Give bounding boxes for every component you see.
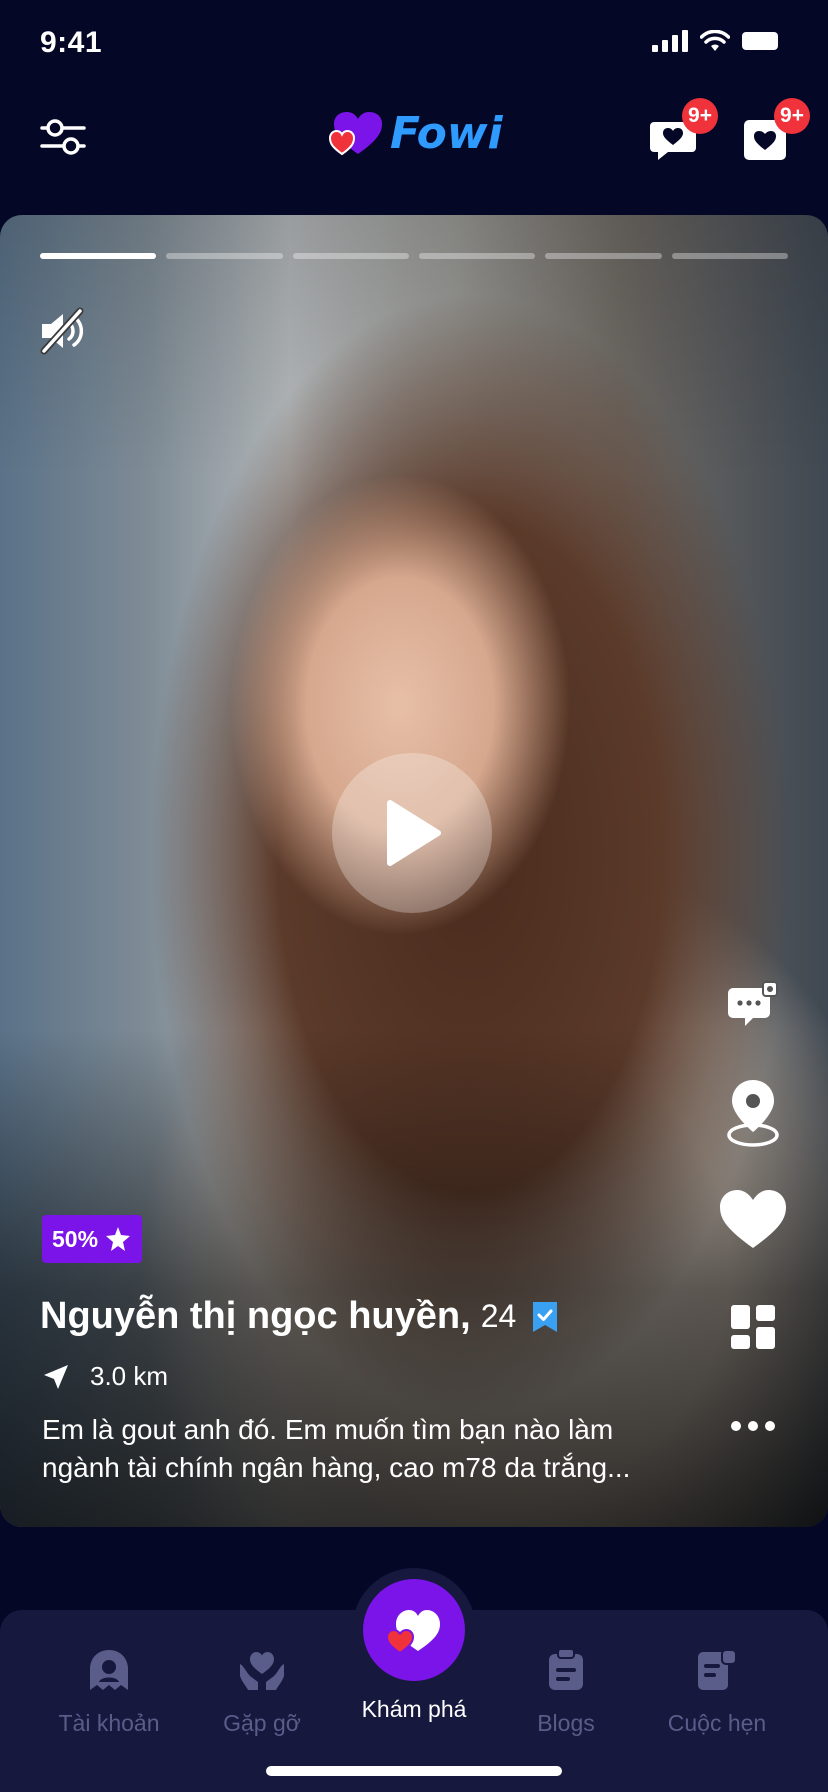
map-pin-icon: [727, 1080, 779, 1147]
clipboard-icon: [549, 1648, 583, 1690]
bio-line: Em là gout anh đó. Em muốn tìm bạn nào l…: [42, 1414, 614, 1445]
gallery-button[interactable]: [718, 1305, 788, 1349]
status-time: 9:41: [40, 26, 103, 59]
filter-button[interactable]: [40, 114, 86, 160]
distance-row: 3.0 km: [42, 1361, 168, 1392]
progress-segment: [545, 253, 662, 259]
bio-line: ngành tài chính ngân hàng, cao m78 da tr…: [42, 1452, 631, 1483]
progress-segment: [166, 253, 283, 259]
profile-bio: Em là gout anh đó. Em muốn tìm bạn nào l…: [42, 1411, 702, 1487]
navigation-arrow-icon: [44, 1364, 68, 1389]
app-logo: Fowi: [328, 108, 503, 159]
nav-label: Blogs: [537, 1710, 595, 1736]
nav-label-explore: Khám phá: [361, 1696, 467, 1722]
message-button[interactable]: [718, 980, 788, 1032]
nav-item-blogs[interactable]: Blogs: [491, 1640, 641, 1737]
profile-age: 24: [480, 1298, 517, 1334]
signal-icon: [652, 30, 688, 52]
speaker-muted-icon: [40, 307, 84, 355]
progress-segment: [292, 253, 409, 259]
status-bar: 9:41: [0, 0, 828, 88]
battery-icon: [742, 32, 778, 50]
nav-label: Tài khoản: [58, 1710, 160, 1736]
sparkle-star-icon: [106, 1227, 131, 1251]
profile-name: Nguyễn thị ngọc huyền,: [40, 1295, 471, 1337]
likes-badge: 9+: [774, 98, 810, 134]
progress-segment: [40, 253, 157, 259]
verified-icon: [533, 1301, 558, 1332]
distance-text: 3.0 km: [90, 1361, 169, 1391]
discount-text: 50%: [52, 1225, 99, 1252]
location-button[interactable]: [718, 1078, 788, 1148]
play-button[interactable]: [332, 753, 492, 913]
chat-button[interactable]: 9+: [648, 98, 718, 164]
profile-name-row: Nguyễn thị ngọc huyền, 24: [40, 1295, 560, 1338]
logo-hearts-icon: [328, 111, 382, 155]
nav-item-meet[interactable]: Gặp gỡ: [187, 1640, 337, 1737]
play-icon: [387, 800, 441, 866]
progress-segment: [671, 253, 788, 259]
story-progress: [40, 253, 788, 259]
like-button[interactable]: [718, 1188, 788, 1250]
home-indicator: [266, 1766, 562, 1776]
discount-badge: 50%: [42, 1215, 143, 1263]
nav-item-explore[interactable]: [352, 1568, 476, 1692]
wifi-icon: [700, 30, 730, 51]
grid-icon: [731, 1305, 775, 1349]
app-header: Fowi 9+ 9+: [0, 96, 828, 180]
chat-badge: 9+: [682, 98, 718, 134]
chat-bubble-icon: [728, 981, 778, 1026]
sliders-icon: [40, 119, 86, 155]
ghost-icon: [90, 1650, 128, 1690]
explore-button[interactable]: [363, 1579, 465, 1681]
progress-segment: [418, 253, 536, 259]
nav-item-appointments[interactable]: Cuộc hẹn: [642, 1640, 792, 1737]
profile-card[interactable]: 50% Nguyễn thị ngọc huyền, 24 3.0 km Em …: [0, 215, 828, 1527]
more-dots-icon: [731, 1421, 775, 1431]
likes-button[interactable]: 9+: [740, 98, 810, 164]
hearts-icon: [385, 1610, 440, 1655]
calendar-note-icon: [698, 1649, 737, 1690]
nav-label: Cuộc hẹn: [667, 1710, 767, 1736]
more-button[interactable]: [718, 1420, 788, 1432]
hand-heart-icon: [240, 1652, 284, 1690]
nav-item-account[interactable]: Tài khoản: [34, 1640, 184, 1737]
logo-text: Fowi: [390, 108, 503, 159]
heart-icon: [720, 1190, 786, 1248]
status-icons: [652, 30, 778, 52]
nav-label: Gặp gỡ: [223, 1710, 301, 1736]
mute-button[interactable]: [38, 307, 86, 355]
